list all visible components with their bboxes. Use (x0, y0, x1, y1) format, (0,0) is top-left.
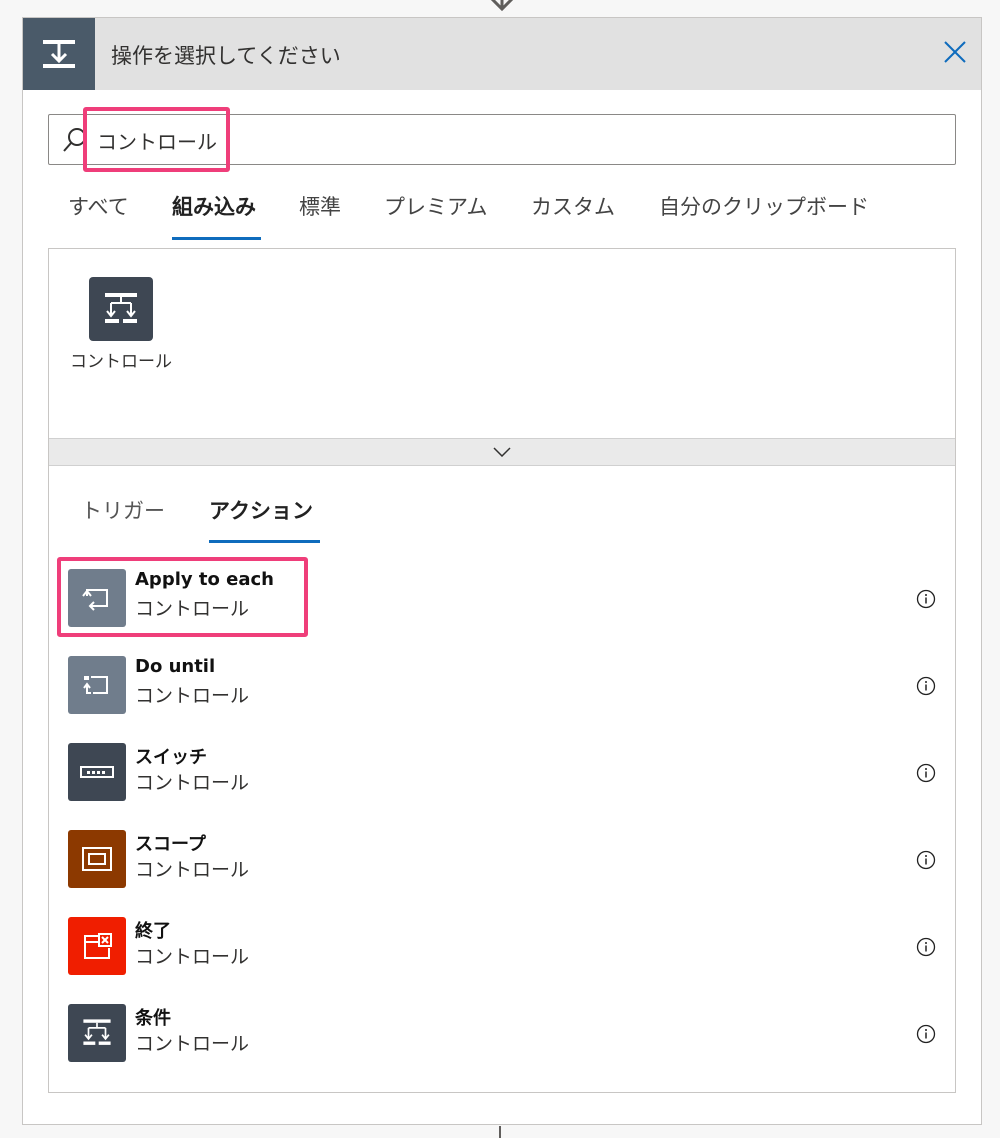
action-icon (68, 917, 126, 975)
info-icon[interactable] (916, 1024, 936, 1044)
connector-label: コントロール (70, 352, 172, 372)
info-icon[interactable] (916, 676, 936, 696)
tab-triggers[interactable]: トリガー (81, 495, 165, 525)
flow-arrow-icon (490, 0, 514, 12)
info-icon[interactable] (916, 589, 936, 609)
info-icon[interactable] (916, 763, 936, 783)
condition-icon (83, 1019, 111, 1045)
action-name: Do until (135, 656, 216, 677)
info-icon[interactable] (916, 850, 936, 870)
flow-connector-line (499, 1126, 501, 1138)
terminate-icon (84, 933, 112, 959)
action-icon (68, 1004, 126, 1062)
subtab-active-underline (209, 540, 320, 543)
expand-connectors-bar[interactable] (49, 438, 955, 466)
action-name: 条件 (135, 1008, 171, 1029)
tab-actions[interactable]: アクション (209, 495, 313, 525)
action-connector: コントロール (135, 859, 250, 881)
header-icon (23, 18, 95, 90)
connector-icon (89, 277, 153, 341)
action-connector: コントロール (135, 772, 250, 794)
action-name: スイッチ (135, 747, 207, 768)
chevron-down-icon (493, 447, 511, 457)
tab-my-clipboard[interactable]: 自分のクリップボード (659, 191, 869, 221)
tab-builtin[interactable]: 組み込み (172, 191, 256, 221)
action-terminate[interactable]: 終了 コントロール (49, 917, 955, 987)
tab-premium[interactable]: プレミアム (384, 191, 488, 221)
action-connector: コントロール (135, 946, 250, 968)
action-name: Apply to each (135, 569, 274, 590)
tab-standard[interactable]: 標準 (299, 191, 341, 221)
tab-custom[interactable]: カスタム (531, 191, 615, 221)
close-icon[interactable] (941, 38, 969, 66)
action-do-until[interactable]: Do until コントロール (49, 656, 955, 726)
action-icon (68, 830, 126, 888)
action-condition[interactable]: 条件 コントロール (49, 1004, 955, 1074)
action-switch[interactable]: スイッチ コントロール (49, 743, 955, 813)
action-connector: コントロール (135, 598, 250, 620)
action-scope[interactable]: スコープ コントロール (49, 830, 955, 900)
action-apply-to-each[interactable]: Apply to each コントロール (49, 569, 955, 639)
scope-icon (82, 847, 112, 871)
condition-icon (43, 40, 75, 68)
search-input[interactable] (97, 123, 937, 157)
action-name: 終了 (135, 921, 171, 942)
switch-icon (80, 766, 114, 778)
action-connector: コントロール (135, 1033, 250, 1055)
card-title: 操作を選択してください (111, 44, 341, 68)
condition-icon (105, 293, 137, 323)
connector-control[interactable]: コントロール (69, 277, 173, 377)
action-icon (68, 656, 126, 714)
info-icon[interactable] (916, 937, 936, 957)
tab-all[interactable]: すべて (68, 191, 129, 221)
card-header: 操作を選択してください (23, 18, 981, 90)
action-name: スコープ (135, 834, 206, 855)
search-icon (63, 128, 86, 152)
results-panel: コントロール トリガー アクション Apply to each コントロール D… (48, 248, 956, 1093)
loop-icon (82, 589, 108, 611)
search-box (48, 114, 956, 165)
choose-operation-card: 操作を選択してください すべて 組み込み 標準 プレミアム カスタム 自分のクリ… (22, 17, 982, 1125)
action-connector: コントロール (135, 685, 250, 707)
action-icon (68, 569, 126, 627)
action-icon (68, 743, 126, 801)
do-until-icon (83, 676, 108, 694)
tab-active-underline (172, 237, 261, 240)
